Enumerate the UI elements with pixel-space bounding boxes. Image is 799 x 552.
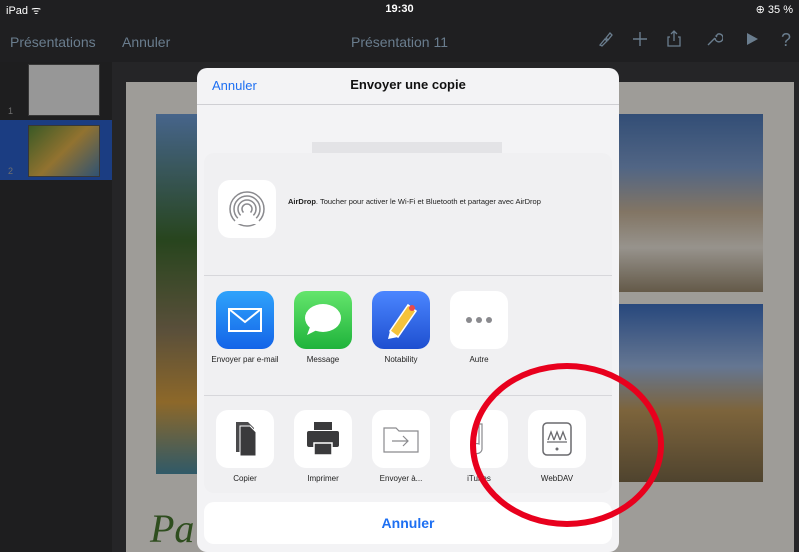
share-app-label: Autre: [469, 355, 489, 364]
share-action-label: Copier: [233, 474, 257, 483]
paint-brush-icon[interactable]: [596, 30, 616, 50]
airdrop-description: AirDrop. Toucher pour activer le Wi-Fi e…: [288, 197, 588, 206]
share-app-label: Notability: [384, 355, 418, 364]
status-bar: iPad ᯤ 19:30 ⊕ 35 %: [0, 0, 799, 20]
plus-icon[interactable]: [630, 30, 650, 50]
help-icon[interactable]: ?: [776, 30, 796, 50]
share-app-mail[interactable]: Envoyer par e-mail: [208, 291, 282, 364]
share-icon[interactable]: [664, 30, 684, 50]
sheet-header: Annuler Envoyer une copie: [197, 68, 619, 105]
copy-icon: [216, 410, 274, 468]
mail-icon: [216, 291, 274, 349]
battery-indicator: ⊕ 35 %: [755, 4, 793, 16]
message-icon: [294, 291, 352, 349]
send-to-folder-icon: [372, 410, 430, 468]
share-app-label: Envoyer par e-mail: [211, 355, 279, 364]
sheet-title: Envoyer une copie: [350, 77, 466, 92]
share-action-label: Envoyer à...: [379, 474, 423, 483]
print-icon: [294, 410, 352, 468]
share-action-label: Imprimer: [307, 474, 339, 483]
share-action-copy[interactable]: Copier: [208, 410, 282, 483]
airdrop-row[interactable]: AirDrop. Toucher pour activer le Wi-Fi e…: [204, 153, 612, 276]
highlight-circle-annotation: [470, 363, 664, 527]
slide-title-partial: Pa: [150, 506, 195, 551]
play-icon[interactable]: [742, 30, 762, 50]
presentations-button[interactable]: Présentations: [10, 34, 96, 50]
airdrop-icon[interactable]: [218, 180, 276, 238]
airdrop-bold-label: AirDrop: [288, 197, 316, 206]
share-action-print[interactable]: Imprimer: [286, 410, 360, 483]
wrench-icon[interactable]: [704, 30, 724, 50]
app-toolbar: Présentations Annuler Présentation 11 ?: [0, 20, 799, 62]
share-action-send-to[interactable]: Envoyer à...: [364, 410, 438, 483]
notability-icon: [372, 291, 430, 349]
clock: 19:30: [385, 3, 414, 15]
share-app-more[interactable]: Autre: [442, 291, 516, 364]
airdrop-text: . Toucher pour activer le Wi-Fi et Bluet…: [315, 197, 541, 206]
toolbar-cancel-button[interactable]: Annuler: [122, 34, 170, 50]
share-app-message[interactable]: Message: [286, 291, 360, 364]
share-app-notability[interactable]: Notability: [364, 291, 438, 364]
more-icon: [450, 291, 508, 349]
share-app-label: Message: [306, 355, 340, 364]
